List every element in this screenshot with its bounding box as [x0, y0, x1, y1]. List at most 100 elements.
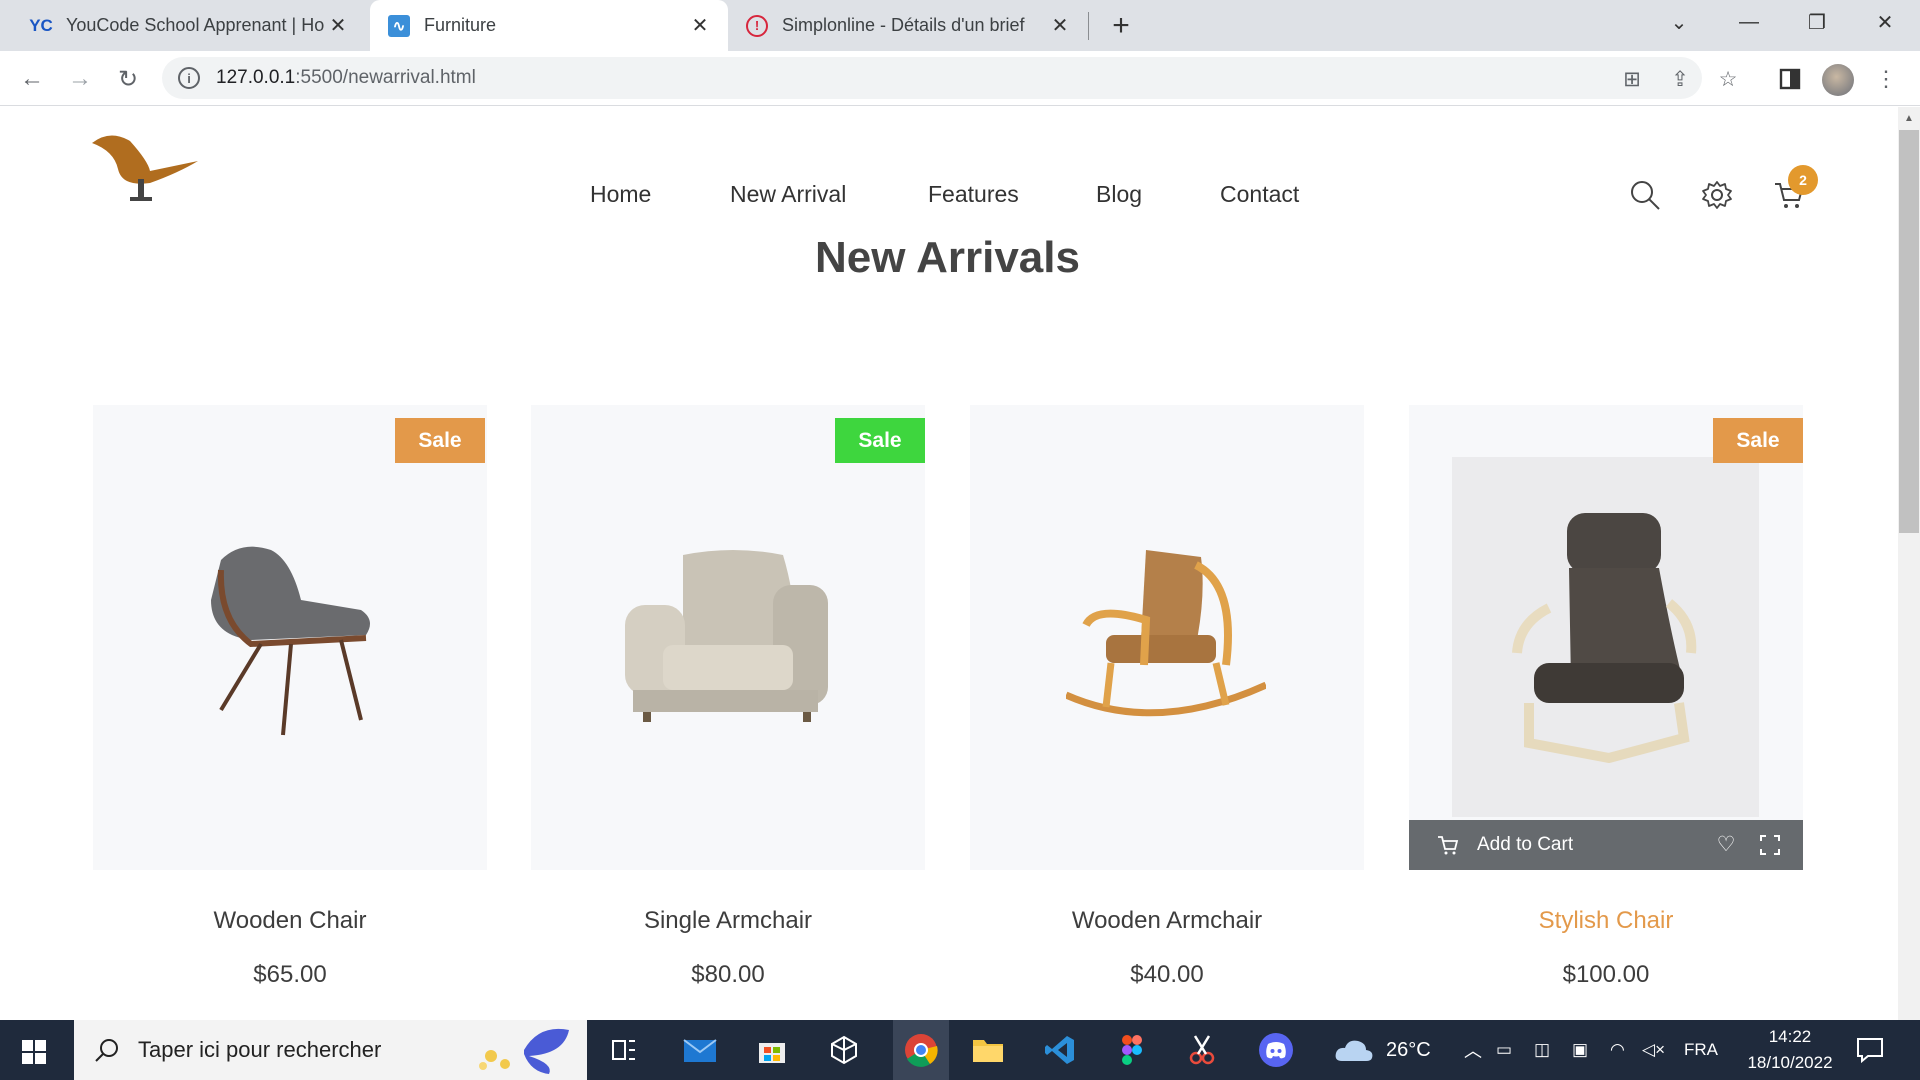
task-view-icon[interactable] — [602, 1028, 646, 1072]
tab-divider — [1088, 12, 1089, 40]
product-image-single-armchair[interactable] — [623, 545, 833, 725]
vscode-icon[interactable] — [1038, 1028, 1082, 1072]
nav-contact[interactable]: Contact — [1220, 181, 1299, 208]
speaker-muted-icon[interactable]: ◁× — [1642, 1020, 1665, 1080]
cloud-icon — [1335, 1040, 1373, 1061]
side-panel-icon[interactable] — [1772, 61, 1808, 97]
cart-count-badge: 2 — [1788, 165, 1818, 195]
nav-features[interactable]: Features — [928, 181, 1019, 208]
webpage-content: Home New Arrival Features Blog Contact 2… — [0, 107, 1898, 1020]
furniture-favicon-icon: ∿ — [388, 14, 410, 37]
back-arrow-icon[interactable]: ← — [14, 61, 50, 97]
battery-icon[interactable]: ▭ — [1496, 1020, 1512, 1080]
url-path: :5500/newarrival.html — [295, 67, 476, 88]
expand-icon[interactable] — [1759, 834, 1781, 856]
camera-app-icon[interactable]: ◫ — [1534, 1020, 1550, 1080]
forward-arrow-icon[interactable]: → — [62, 61, 98, 97]
show-hidden-icons-chevron-icon[interactable]: ︿ — [1464, 1020, 1482, 1080]
product-name[interactable]: Single Armchair — [531, 907, 925, 935]
new-tab-plus-icon[interactable]: + — [1103, 8, 1139, 44]
search-icon — [94, 1037, 120, 1063]
youcode-favicon-icon: YC — [29, 15, 53, 35]
address-bar[interactable]: i 127.0.0.1:5500/newarrival.html ⊞ ⇪ ☆ — [162, 57, 1737, 99]
restore-icon[interactable]: ❐ — [1782, 0, 1852, 44]
url-host: 127.0.0.1 — [216, 67, 296, 88]
search-placeholder: Taper ici pour rechercher — [138, 1037, 382, 1062]
close-tab-icon[interactable]: ✕ — [1046, 12, 1074, 40]
bird-logo[interactable] — [90, 121, 200, 211]
close-window-icon[interactable]: ✕ — [1850, 0, 1920, 44]
tab-furniture[interactable]: ∿ Furniture ✕ — [370, 0, 728, 51]
gear-icon[interactable] — [1700, 178, 1734, 212]
product-card[interactable] — [970, 405, 1364, 870]
profile-avatar[interactable] — [1822, 64, 1854, 96]
product-image-stylish-chair[interactable] — [1509, 513, 1699, 764]
display-icon[interactable]: ▣ — [1572, 1020, 1588, 1080]
sale-badge: Sale — [835, 418, 925, 463]
chrome-taskbar-icon[interactable] — [893, 1020, 949, 1080]
clock[interactable]: 14:22 18/10/2022 — [1740, 1024, 1840, 1076]
product-price: $40.00 — [1130, 961, 1204, 988]
nav-home[interactable]: Home — [590, 181, 651, 208]
tab-simplonline[interactable]: ! Simplonline - Détails d'un brief ✕ — [728, 0, 1088, 51]
product-price: $100.00 — [1562, 961, 1650, 988]
add-to-cart-button[interactable]: Add to Cart — [1477, 834, 1573, 856]
file-explorer-icon[interactable] — [966, 1028, 1010, 1072]
figma-icon[interactable] — [1110, 1028, 1154, 1072]
language-indicator[interactable]: FRA — [1684, 1020, 1718, 1080]
browser-tab-strip: YC YouCode School Apprenant | Hor ✕ ∿ Fu… — [0, 0, 1920, 51]
tab-title: YouCode School Apprenant | Hor — [66, 15, 324, 35]
product-name[interactable]: Wooden Chair — [93, 907, 487, 935]
add-to-cart-bar[interactable]: Add to Cart ♡ — [1409, 820, 1803, 870]
close-tab-icon[interactable]: ✕ — [324, 12, 352, 40]
sale-badge: Sale — [395, 418, 485, 463]
nav-blog[interactable]: Blog — [1096, 181, 1142, 208]
taskbar-search-box[interactable]: Taper ici pour rechercher — [74, 1020, 587, 1080]
product-name[interactable]: Wooden Armchair — [970, 907, 1364, 935]
product-name[interactable]: Stylish Chair — [1409, 907, 1803, 935]
clock-date: 18/10/2022 — [1747, 1053, 1833, 1072]
share-icon[interactable]: ⇪ — [1666, 65, 1694, 93]
tab-title: Simplonline - Détails d'un brief — [782, 15, 1025, 35]
scroll-up-arrow-icon[interactable]: ▲ — [1898, 113, 1920, 124]
product-image-wooden-armchair[interactable] — [1064, 545, 1268, 725]
weather-widget[interactable]: 26°C — [1334, 1020, 1431, 1080]
microsoft-store-icon[interactable] — [750, 1028, 794, 1072]
browser-toolbar: ← → ↻ i 127.0.0.1:5500/newarrival.html ⊞… — [0, 51, 1920, 106]
product-card[interactable]: Sale — [1409, 405, 1803, 870]
windows-taskbar: Taper ici pour rechercher 26°C ︿ ▭ ◫ ▣ ◠… — [0, 1020, 1920, 1080]
product-price: $65.00 — [253, 961, 327, 988]
wifi-icon[interactable]: ◠ — [1610, 1020, 1625, 1080]
discord-icon[interactable] — [1254, 1028, 1298, 1072]
product-card[interactable]: Sale — [531, 405, 925, 870]
heart-icon[interactable]: ♡ — [1715, 834, 1737, 856]
tab-title: Furniture — [424, 15, 497, 35]
product-image-wooden-chair[interactable] — [191, 540, 381, 740]
close-tab-icon[interactable]: ✕ — [686, 12, 714, 40]
product-price: $80.00 — [691, 961, 765, 988]
bookmark-star-icon[interactable]: ☆ — [1714, 65, 1742, 93]
windows-start-icon[interactable] — [22, 1040, 46, 1064]
butterfly-illustration-icon — [469, 1024, 579, 1076]
minimize-icon[interactable]: — — [1714, 0, 1784, 44]
site-info-icon[interactable]: i — [178, 67, 200, 89]
translate-icon[interactable]: ⊞ — [1618, 65, 1646, 93]
notification-icon[interactable] — [1856, 1020, 1884, 1080]
tab-search-chevron-icon[interactable]: ⌄ — [1644, 0, 1714, 44]
cart-small-icon — [1437, 834, 1459, 856]
mail-icon[interactable] — [678, 1028, 722, 1072]
tab-youcode[interactable]: YC YouCode School Apprenant | Hor ✕ — [0, 0, 366, 51]
reload-icon[interactable]: ↻ — [110, 61, 146, 97]
search-icon[interactable] — [1628, 178, 1662, 212]
url-text[interactable]: 127.0.0.1:5500/newarrival.html — [216, 67, 476, 89]
sale-badge: Sale — [1713, 418, 1803, 463]
product-card[interactable]: Sale — [93, 405, 487, 870]
scrollbar-thumb[interactable] — [1899, 130, 1919, 533]
section-title: New Arrivals — [815, 233, 1080, 282]
simplonline-favicon-icon: ! — [746, 14, 768, 37]
cube-app-icon[interactable] — [822, 1028, 866, 1072]
more-menu-icon[interactable]: ⋮ — [1868, 61, 1904, 97]
nav-new-arrival[interactable]: New Arrival — [730, 181, 846, 208]
clock-time: 14:22 — [1768, 1027, 1812, 1046]
snipping-tool-icon[interactable] — [1180, 1028, 1224, 1072]
